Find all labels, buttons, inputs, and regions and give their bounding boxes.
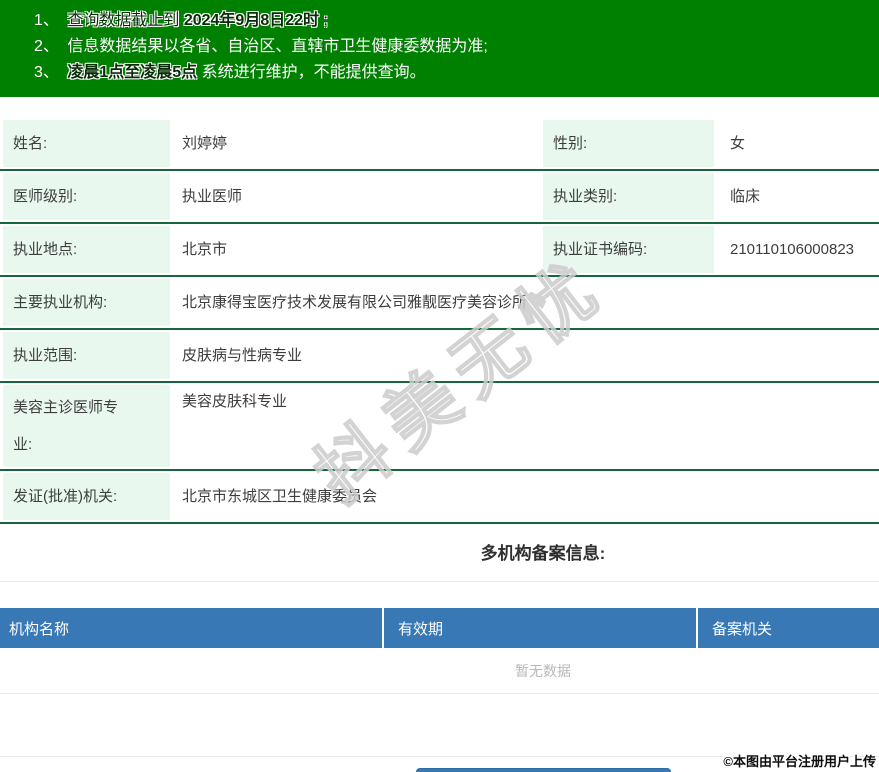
- notice-text: 系统进行维护，不能提供查询。: [201, 64, 426, 81]
- practice-scope-label: 执业范围:: [3, 332, 170, 379]
- notice-text: 信息数据结果以各省、自治区、直辖市卫生健康委数据为准;: [67, 38, 488, 55]
- no-data-placeholder: 暂无数据: [515, 663, 571, 679]
- query-result-page: 1、 查询数据截止到 2024年9月8日22时 ; 2、 信息数据结果以各省、自…: [0, 0, 879, 772]
- issuing-authority-value: 北京市东城区卫生健康委员会: [182, 488, 378, 505]
- main-institution-label: 主要执业机构:: [3, 279, 170, 326]
- certificate-number-value: 210110106000823: [730, 241, 855, 258]
- table-row-practice-scope: 执业范围: 皮肤病与性病专业: [0, 330, 879, 383]
- notice-line-number: 1、: [34, 12, 59, 29]
- practice-location-label: 执业地点:: [3, 226, 170, 273]
- uploader-stamp: ©本图由平台注册用户上传: [723, 754, 876, 769]
- practice-location-value: 北京市: [182, 241, 228, 258]
- table-row-name-gender: 姓名: 刘婷婷 性别: 女: [0, 118, 879, 171]
- main-institution-value: 北京康得宝医疗技术发展有限公司雅靓医疗美容诊所: [182, 294, 528, 311]
- column-header-institution-name: 机构名称: [0, 608, 384, 648]
- close-window-button[interactable]: 〖关闭窗口〗: [415, 768, 671, 772]
- doctor-info-table: 姓名: 刘婷婷 性别: 女 医师级别: 执业医师 执业类别: 临床 执业地点: …: [0, 118, 879, 524]
- name-label: 姓名:: [3, 120, 170, 167]
- doctor-level-label: 医师级别:: [3, 173, 170, 220]
- practice-category-value: 临床: [730, 188, 761, 205]
- table-row-location-certificate: 执业地点: 北京市 执业证书编码: 210110106000823: [0, 224, 879, 277]
- cosmetic-specialty-label: 美容主诊医师专业:: [3, 385, 170, 467]
- divider: [0, 581, 879, 582]
- table-row-level-category: 医师级别: 执业医师 执业类别: 临床: [0, 171, 879, 224]
- notice-line-number: 3、: [34, 64, 59, 81]
- notice-line-number: 2、: [34, 38, 59, 55]
- gender-label: 性别:: [543, 120, 714, 167]
- notice-deadline: 2024年9月8日22时: [183, 12, 320, 29]
- table-row-main-institution: 主要执业机构: 北京康得宝医疗技术发展有限公司雅靓医疗美容诊所: [0, 277, 879, 330]
- notice-line-3: 3、 凌晨1点至凌晨5点 系统进行维护，不能提供查询。: [34, 60, 879, 86]
- notice-maintenance-hours: 凌晨1点至凌晨5点: [67, 64, 198, 81]
- practice-category-label: 执业类别:: [543, 173, 714, 220]
- column-header-filing-authority: 备案机关: [712, 620, 773, 638]
- gender-value: 女: [730, 135, 746, 152]
- filing-table-header: 机构名称 有效期 备案机关: [0, 608, 879, 648]
- issuing-authority-label: 发证(批准)机关:: [3, 473, 170, 520]
- notice-banner: 1、 查询数据截止到 2024年9月8日22时 ; 2、 信息数据结果以各省、自…: [0, 0, 879, 97]
- table-row-cosmetic-specialty: 美容主诊医师专业: 美容皮肤科专业: [0, 383, 879, 471]
- multi-institution-section-title: 多机构备案信息:: [480, 544, 606, 563]
- doctor-level-value: 执业医师: [182, 188, 243, 205]
- notice-text: 查询数据截止到: [67, 12, 180, 29]
- cosmetic-specialty-value: 美容皮肤科专业: [182, 393, 288, 410]
- table-row-issuing-authority: 发证(批准)机关: 北京市东城区卫生健康委员会: [0, 471, 879, 524]
- notice-line-2: 2、 信息数据结果以各省、自治区、直辖市卫生健康委数据为准;: [34, 34, 879, 60]
- column-header-validity-period: 有效期: [384, 608, 698, 648]
- practice-scope-value: 皮肤病与性病专业: [182, 347, 303, 364]
- name-value: 刘婷婷: [182, 135, 228, 152]
- divider: [0, 693, 879, 694]
- notice-line-1: 1、 查询数据截止到 2024年9月8日22时 ;: [34, 8, 879, 34]
- notice-punctuation: ;: [323, 12, 328, 29]
- certificate-number-label: 执业证书编码:: [543, 226, 714, 273]
